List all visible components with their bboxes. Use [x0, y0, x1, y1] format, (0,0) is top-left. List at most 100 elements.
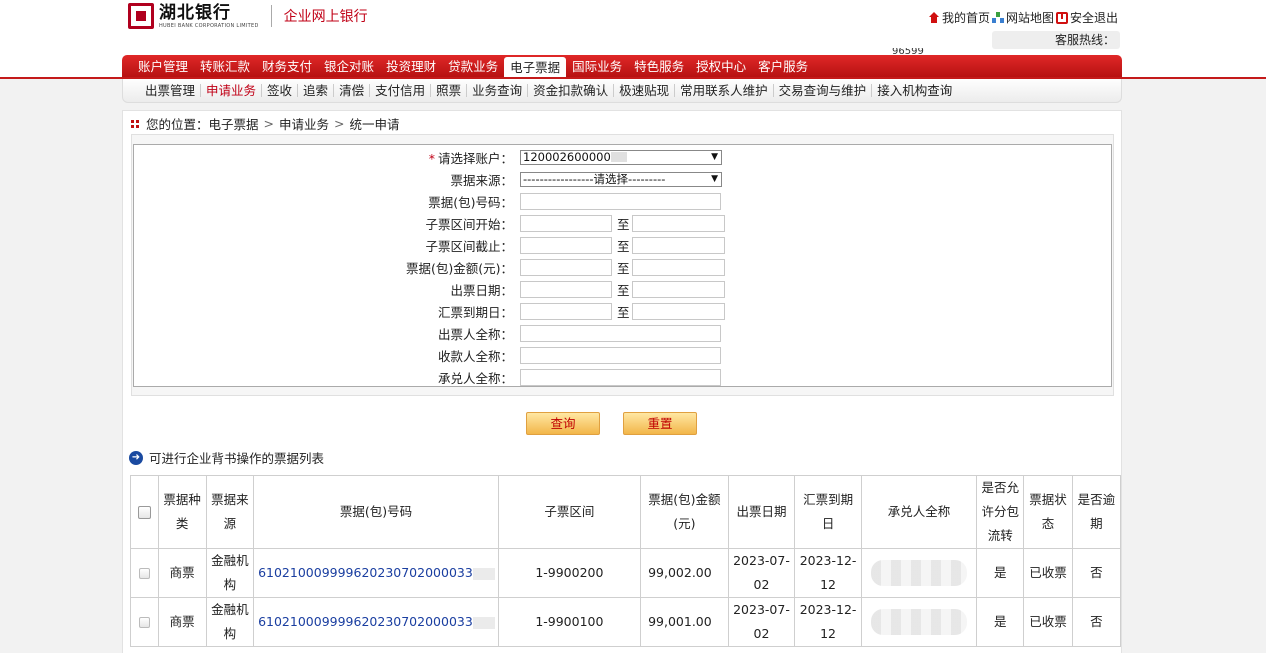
account-select[interactable]: 120002600000 [520, 149, 722, 165]
main-nav-item[interactable]: 银企对账 [318, 55, 380, 79]
column-header: 票据(包)金额(元) [639, 475, 729, 549]
column-header: 是否逾期 [1071, 475, 1122, 549]
sub-nav-item[interactable]: 常用联系人维护 [675, 84, 774, 97]
sub-nav-item[interactable]: 出票管理 [139, 84, 202, 97]
breadcrumb-item[interactable]: 电子票据 [209, 114, 259, 133]
amount-to-input[interactable] [632, 258, 725, 276]
search-form: *请选择账户： 120002600000 票据来源： -------------… [131, 134, 1114, 396]
bill-no-input[interactable] [520, 192, 721, 210]
bank-logo-icon [128, 3, 154, 29]
home-icon [928, 11, 940, 24]
hotline: 客服热线： [992, 31, 1120, 49]
bill-no-label: 票据(包)号码： [428, 194, 513, 210]
masked-value [472, 567, 495, 580]
bank-name: 湖北银行 [159, 3, 231, 23]
main-nav-item[interactable]: 投资理财 [380, 55, 442, 79]
sub-nav-item[interactable]: 照票 [431, 84, 468, 97]
content-panel: 您的位置： 电子票据 > 申请业务 > 统一申请 * 请选择账户： 1200026… [122, 110, 1122, 653]
column-header: 子票区间 [497, 475, 641, 549]
main-nav-item[interactable]: 国际业务 [566, 55, 628, 79]
logo-divider [270, 5, 272, 27]
main-nav-item[interactable]: 贷款业务 [442, 55, 504, 79]
main-nav-item[interactable]: 客户服务 [752, 55, 814, 79]
column-header: 承兑人全称 [860, 475, 978, 549]
payee-input[interactable] [520, 346, 721, 364]
source-label: 票据来源： [450, 172, 513, 188]
sub-nav-item[interactable]: 签收 [262, 84, 299, 97]
main-nav-item[interactable]: 财务支付 [256, 55, 318, 79]
sub-nav-item[interactable]: 支付信用 [370, 84, 432, 97]
sub-nav-item[interactable]: 极速贴现 [614, 84, 676, 97]
sub-nav-item[interactable]: 交易查询与维护 [774, 84, 873, 97]
masked-value [472, 616, 495, 629]
table-row[interactable]: 商票 金融机构 610210009999620230702000033 1-99… [130, 548, 1122, 598]
select-all-cell [130, 475, 159, 549]
column-header: 票据来源 [205, 475, 255, 549]
sub-nav-item[interactable]: 清偿 [334, 84, 371, 97]
bank-logo[interactable]: 湖北银行 HUBEI BANK CORPORATION LIMITED 企业网上… [128, 3, 368, 29]
sub-end-label: 子票区间截止： [425, 238, 513, 254]
table-row[interactable]: 商票 金融机构 610210009999620230702000033 1-99… [130, 597, 1122, 647]
sitemap-icon [992, 11, 1005, 24]
bill-no-link[interactable]: 610210009999620230702000033 [253, 548, 499, 598]
breadcrumb-icon [131, 119, 139, 128]
due-date-from-input[interactable] [520, 302, 612, 320]
reset-button[interactable]: 重置 [623, 412, 697, 435]
source-select[interactable]: -----------------请选择--------- [520, 171, 722, 187]
issue-date-from-input[interactable] [520, 280, 612, 298]
logout-icon [1056, 11, 1069, 24]
breadcrumb-item: 统一申请 [349, 117, 400, 132]
arrow-right-icon: ➜ [129, 450, 143, 465]
column-header: 出票日期 [727, 475, 796, 549]
masked-acceptor [870, 560, 967, 586]
query-button[interactable]: 查询 [526, 412, 600, 435]
bill-no-link[interactable]: 610210009999620230702000033 [253, 597, 499, 647]
sub-nav-item[interactable]: 追索 [298, 84, 335, 97]
column-header: 票据种类 [157, 475, 207, 549]
bank-name-en: HUBEI BANK CORPORATION LIMITED [159, 23, 259, 29]
main-nav-item[interactable]: 账户管理 [132, 55, 194, 79]
main-nav-item[interactable]: 授权中心 [690, 55, 752, 79]
due-date-label: 汇票到期日： [437, 304, 513, 320]
row-checkbox[interactable] [138, 568, 150, 579]
product-name: 企业网上银行 [283, 9, 368, 25]
main-nav-item[interactable]: 转账汇款 [194, 55, 256, 79]
sub-nav-item[interactable]: 申请业务 [201, 84, 263, 97]
payee-label: 收款人全称： [437, 348, 513, 364]
acceptor-input[interactable] [520, 368, 721, 386]
column-header: 票据状态 [1023, 475, 1073, 549]
row-checkbox[interactable] [138, 617, 150, 628]
acceptor-label: 承兑人全称： [437, 370, 513, 386]
main-nav: 账户管理 转账汇款 财务支付 银企对账 投资理财 贷款业务 电子票据 国际业务 特色服务 授权中心… [122, 55, 1122, 79]
select-all-checkbox[interactable] [137, 506, 151, 519]
sub-start-to-input[interactable] [632, 214, 725, 232]
sub-start-from-input[interactable] [520, 214, 612, 232]
amount-from-input[interactable] [520, 258, 612, 276]
list-title: ➜ 可进行企业背书操作的票据列表 [129, 448, 324, 467]
amount-label: 票据(包)金额(元)： [405, 260, 513, 276]
column-header: 票据(包)号码 [253, 475, 499, 549]
masked-value [610, 152, 627, 162]
logout-link[interactable]: 安全退出 [1056, 9, 1118, 26]
sub-end-from-input[interactable] [520, 236, 612, 254]
sub-nav-item[interactable]: 业务查询 [467, 84, 529, 97]
sub-nav: 出票管理 申请业务 签收 追索 清偿 支付信用 照票 业务查询 资金扣款确认 极速贴现 常用联系人维… [122, 79, 1122, 103]
bill-table: 票据种类 票据来源 票据(包)号码 子票区间 票据(包)金额(元) 出票日期 汇… [130, 475, 1122, 647]
main-nav-item[interactable]: 电子票据 [504, 57, 567, 79]
main-nav-item[interactable]: 特色服务 [628, 55, 690, 79]
top-links: 我的首页 网站地图 安全退出 [928, 9, 1120, 26]
issue-date-to-input[interactable] [632, 280, 725, 298]
sub-start-label: 子票区间开始： [425, 216, 513, 232]
drawer-input[interactable] [520, 324, 721, 342]
sub-nav-item[interactable]: 接入机构查询 [872, 84, 957, 97]
home-link[interactable]: 我的首页 [928, 9, 990, 26]
masked-acceptor [870, 609, 967, 635]
breadcrumb-item[interactable]: 申请业务 [279, 114, 329, 133]
sub-end-to-input[interactable] [632, 236, 725, 254]
sitemap-link[interactable]: 网站地图 [992, 9, 1054, 26]
due-date-to-input[interactable] [632, 302, 725, 320]
breadcrumb: 您的位置： 电子票据 > 申请业务 > 统一申请 [131, 114, 400, 133]
drawer-label: 出票人全称： [437, 326, 513, 342]
sub-nav-item[interactable]: 资金扣款确认 [528, 84, 615, 97]
issue-date-label: 出票日期： [450, 282, 513, 298]
